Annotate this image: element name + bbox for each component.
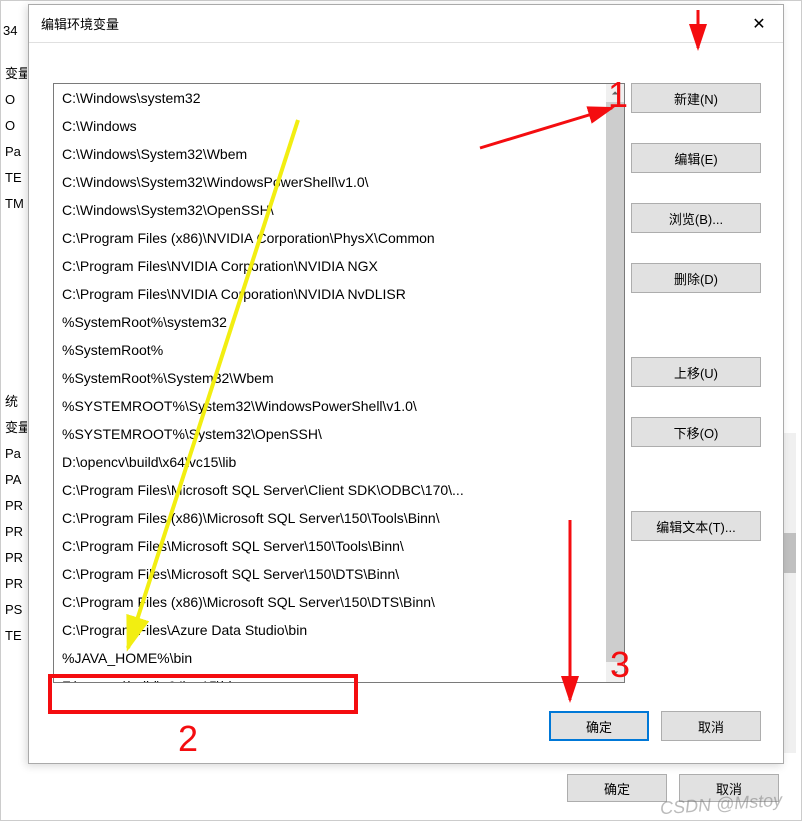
browse-button[interactable]: 浏览(B)... [631, 203, 761, 233]
parent-fragment: 34 [3, 23, 17, 38]
list-item[interactable]: C:\Windows [54, 112, 608, 140]
list-item[interactable]: C:\Program Files\Microsoft SQL Server\15… [54, 560, 608, 588]
scroll-up-icon[interactable]: ⏶ [606, 84, 624, 102]
list-item[interactable]: C:\Windows\System32\WindowsPowerShell\v1… [54, 168, 608, 196]
list-item[interactable]: %SystemRoot% [54, 336, 608, 364]
delete-button[interactable]: 删除(D) [631, 263, 761, 293]
list-item[interactable]: %SystemRoot%\system32 [54, 308, 608, 336]
path-listbox[interactable]: C:\Windows\system32 C:\Windows C:\Window… [53, 83, 625, 683]
list-item[interactable]: C:\Program Files (x86)\NVIDIA Corporatio… [54, 224, 608, 252]
list-item[interactable]: D:\opencv\build\x64\vc15\lib [54, 448, 608, 476]
movedown-button[interactable]: 下移(O) [631, 417, 761, 447]
list-item[interactable]: C:\Program Files\Microsoft SQL Server\Cl… [54, 476, 608, 504]
list-item[interactable]: C:\Program Files\Microsoft SQL Server\15… [54, 532, 608, 560]
moveup-button[interactable]: 上移(U) [631, 357, 761, 387]
ok-button[interactable]: 确定 [549, 711, 649, 741]
parent-ok-button[interactable]: 确定 [567, 774, 667, 802]
parent-left-labels-2: 统 变量 Pa PA PR PR PR PR PS TE [5, 389, 27, 649]
edit-button[interactable]: 编辑(E) [631, 143, 761, 173]
parent-cancel-button[interactable]: 取消 [679, 774, 779, 802]
new-button[interactable]: 新建(N) [631, 83, 761, 113]
parent-left-labels-1: 变量 O O Pa TE TM [5, 61, 27, 217]
list-item[interactable]: C:\Program Files\NVIDIA Corporation\NVID… [54, 280, 608, 308]
list-item[interactable]: C:\Windows\System32\OpenSSH\ [54, 196, 608, 224]
list-item[interactable]: C:\Program Files (x86)\Microsoft SQL Ser… [54, 504, 608, 532]
list-item[interactable]: %JAVA_HOME%\bin [54, 644, 608, 672]
list-item[interactable]: C:\Program Files\NVIDIA Corporation\NVID… [54, 252, 608, 280]
scroll-down-icon[interactable]: ⏷ [606, 664, 624, 682]
list-item[interactable]: %SYSTEMROOT%\System32\OpenSSH\ [54, 420, 608, 448]
titlebar: 编辑环境变量 ✕ [29, 5, 783, 43]
dialog-title: 编辑环境变量 [41, 14, 119, 33]
list-item[interactable]: C:\Windows\System32\Wbem [54, 140, 608, 168]
list-item[interactable]: F:\opencv\build\x64\vc15\bin [54, 672, 608, 683]
scroll-thumb[interactable] [606, 102, 624, 662]
list-item[interactable]: %SystemRoot%\System32\Wbem [54, 364, 608, 392]
list-item[interactable]: %SYSTEMROOT%\System32\WindowsPowerShell\… [54, 392, 608, 420]
list-scrollbar[interactable]: ⏶ ⏷ [606, 84, 624, 682]
edittext-button[interactable]: 编辑文本(T)... [631, 511, 761, 541]
close-icon[interactable]: ✕ [735, 6, 783, 42]
list-item[interactable]: C:\Windows\system32 [54, 84, 608, 112]
edit-env-dialog: 编辑环境变量 ✕ C:\Windows\system32 C:\Windows … [28, 4, 784, 764]
list-item[interactable]: C:\Program Files (x86)\Microsoft SQL Ser… [54, 588, 608, 616]
list-item[interactable]: C:\Program Files\Azure Data Studio\bin [54, 616, 608, 644]
cancel-button[interactable]: 取消 [661, 711, 761, 741]
